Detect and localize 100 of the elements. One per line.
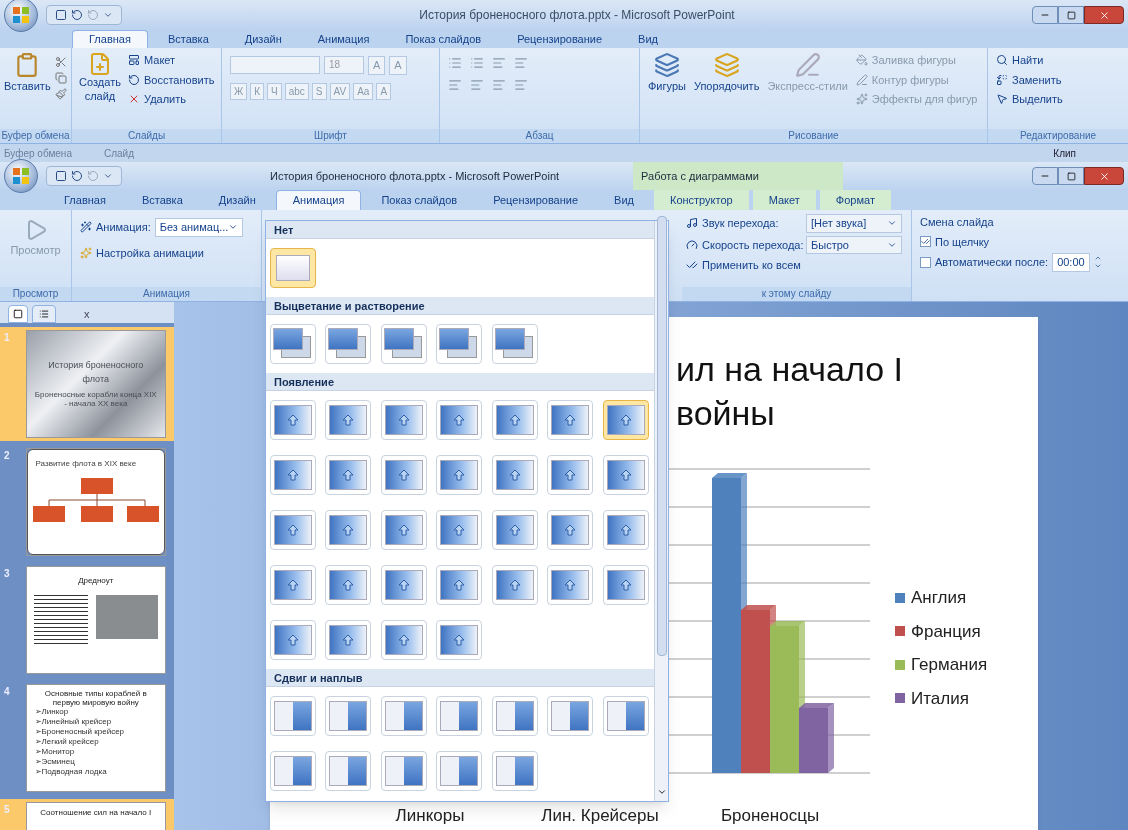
transition-thumbnail[interactable]: [602, 400, 649, 440]
ribbon-tab[interactable]: Вид: [622, 30, 674, 48]
transition-thumbnail[interactable]: [547, 565, 594, 605]
transition-thumbnail[interactable]: [602, 510, 649, 550]
transition-thumbnail[interactable]: [436, 400, 483, 440]
transition-thumbnail[interactable]: [491, 696, 538, 736]
checkbox[interactable]: [920, 236, 931, 248]
slide-thumbnail[interactable]: Основные типы кораблей в первую мировую войну ➢Линкор ➢Линейный крейсер ➢Броненосный крейсер ➢Легкий крейсер ➢Монитор ➢Эсминец ➢Подводная лодка: [25, 683, 166, 792]
find-button[interactable]: Найти: [996, 52, 1120, 69]
undo-icon[interactable]: [71, 9, 83, 21]
transition-thumbnail[interactable]: [325, 510, 372, 550]
transition-thumbnail[interactable]: [491, 455, 538, 495]
transition-thumbnail[interactable]: [491, 400, 538, 440]
transition-thumbnail[interactable]: [270, 696, 316, 736]
slide-thumbnail-row[interactable]: 1 История броненосного флота Броненосные корабли конца XIX - начала XX века: [0, 326, 174, 441]
paste-button[interactable]: Вставить: [4, 52, 51, 100]
transition-thumbnail[interactable]: [270, 248, 316, 288]
ribbon-tab[interactable]: Вставка: [125, 190, 199, 210]
transition-thumbnail[interactable]: [270, 510, 316, 550]
transition-thumbnail[interactable]: [491, 510, 538, 550]
transition-thumbnail[interactable]: [602, 455, 649, 495]
minimize-button[interactable]: [1032, 6, 1058, 24]
transition-thumbnail[interactable]: [270, 455, 316, 495]
slides-tab[interactable]: [8, 304, 28, 323]
animation-dropdown[interactable]: Без анимац...: [154, 218, 244, 237]
transition-thumbnail[interactable]: [325, 751, 372, 791]
slide-thumbnail-row[interactable]: 4 Основные типы кораблей в первую мировую войну ➢Линкор ➢Линейный крейсер ➢Броненосный крейсер ➢Легкий крейсер ➢Монитор ➢Эсминец ➢Подводная лодка: [0, 680, 174, 795]
transition-thumbnail[interactable]: [380, 620, 427, 660]
slide-thumbnail-row[interactable]: 2 Развитие флота в XIX веке: [0, 444, 174, 559]
transition-thumbnail[interactable]: [270, 324, 316, 364]
apply-to-all-button[interactable]: Применить ко всем: [686, 257, 907, 274]
transition-thumbnail[interactable]: [380, 510, 427, 550]
transition-thumbnail[interactable]: [380, 324, 427, 364]
new-slide-button[interactable]: Создать слайд: [76, 52, 124, 108]
font-name-field[interactable]: [230, 56, 320, 75]
undo-icon[interactable]: [71, 170, 83, 182]
save-icon[interactable]: [55, 170, 67, 182]
transition-thumbnail[interactable]: [325, 400, 372, 440]
slide-thumbnail-row[interactable]: 5 Соотношение сил на начало I: [0, 798, 174, 830]
transition-thumbnail[interactable]: [547, 510, 594, 550]
scroll-down-icon[interactable]: [656, 787, 667, 797]
office-button[interactable]: [4, 159, 38, 193]
time-field[interactable]: 00:00: [1052, 253, 1090, 272]
transition-thumbnail[interactable]: [325, 696, 372, 736]
transition-thumbnail[interactable]: [602, 565, 649, 605]
format-painter-icon[interactable]: [54, 88, 67, 100]
transition-thumbnail[interactable]: [325, 455, 372, 495]
reset-button[interactable]: Восстановить: [128, 71, 215, 88]
transition-thumbnail[interactable]: [325, 565, 372, 605]
transition-thumbnail[interactable]: [436, 510, 483, 550]
ribbon-tab[interactable]: Главная: [48, 190, 122, 210]
transition-thumbnail[interactable]: [270, 751, 316, 791]
transition-thumbnail[interactable]: [436, 696, 483, 736]
transition-thumbnail[interactable]: [436, 324, 483, 364]
slide-thumbnail[interactable]: История броненосного флота Броненосные корабли конца XIX - начала XX века: [25, 329, 166, 438]
office-button[interactable]: [4, 0, 38, 32]
ribbon-tab[interactable]: Показ слайдов: [365, 190, 474, 210]
transition-thumbnail[interactable]: [436, 620, 483, 660]
ribbon-tab[interactable]: Показ слайдов: [389, 30, 498, 48]
transition-thumbnail[interactable]: [436, 751, 483, 791]
transition-thumbnail[interactable]: [325, 620, 372, 660]
ribbon-tab[interactable]: Конструктор: [654, 190, 749, 210]
transition-thumbnail[interactable]: [491, 751, 538, 791]
transition-thumbnail[interactable]: [547, 696, 594, 736]
transition-thumbnail[interactable]: [270, 400, 316, 440]
custom-animation-button[interactable]: Настройка анимации: [80, 244, 253, 261]
copy-icon[interactable]: [54, 72, 67, 84]
transition-thumbnail[interactable]: [380, 400, 427, 440]
transition-thumbnail[interactable]: [602, 696, 649, 736]
layout-button[interactable]: Макет: [128, 52, 215, 69]
ribbon-tab[interactable]: Анимация: [275, 190, 362, 210]
transition-thumbnail[interactable]: [491, 565, 538, 605]
maximize-button[interactable]: [1058, 167, 1084, 185]
transition-thumbnail[interactable]: [491, 324, 538, 364]
transition-thumbnail[interactable]: [380, 751, 427, 791]
ribbon-tab[interactable]: Дизайн: [202, 190, 272, 210]
replace-button[interactable]: Заменить: [996, 71, 1120, 88]
select-button[interactable]: Выделить: [996, 91, 1120, 108]
slide-thumbnail-row[interactable]: 3 Дредноут: [0, 562, 174, 677]
transition-thumbnail[interactable]: [547, 400, 594, 440]
ribbon-tab[interactable]: Главная: [72, 30, 148, 48]
transition-thumbnail[interactable]: [436, 565, 483, 605]
close-button[interactable]: [1084, 6, 1124, 24]
customize-icon[interactable]: [103, 171, 113, 181]
cut-icon[interactable]: [54, 56, 67, 68]
outline-tab[interactable]: [32, 304, 56, 323]
transition-thumbnail[interactable]: [270, 565, 316, 605]
ribbon-tab[interactable]: Дизайн: [228, 30, 298, 48]
ribbon-tab[interactable]: Формат: [819, 190, 891, 210]
maximize-button[interactable]: [1058, 6, 1084, 24]
transition-thumbnail[interactable]: [325, 324, 372, 364]
ribbon-tab[interactable]: Рецензирование: [501, 30, 619, 48]
save-icon[interactable]: [55, 9, 67, 21]
transition-thumbnail[interactable]: [380, 696, 427, 736]
close-button[interactable]: [1084, 167, 1124, 185]
checkbox[interactable]: [920, 256, 931, 268]
arrange-button[interactable]: Упорядочить: [693, 52, 760, 108]
delete-button[interactable]: Удалить: [128, 91, 215, 108]
ribbon-tab[interactable]: Макет: [752, 190, 816, 210]
slide-thumbnail[interactable]: Соотношение сил на начало I: [25, 801, 166, 830]
